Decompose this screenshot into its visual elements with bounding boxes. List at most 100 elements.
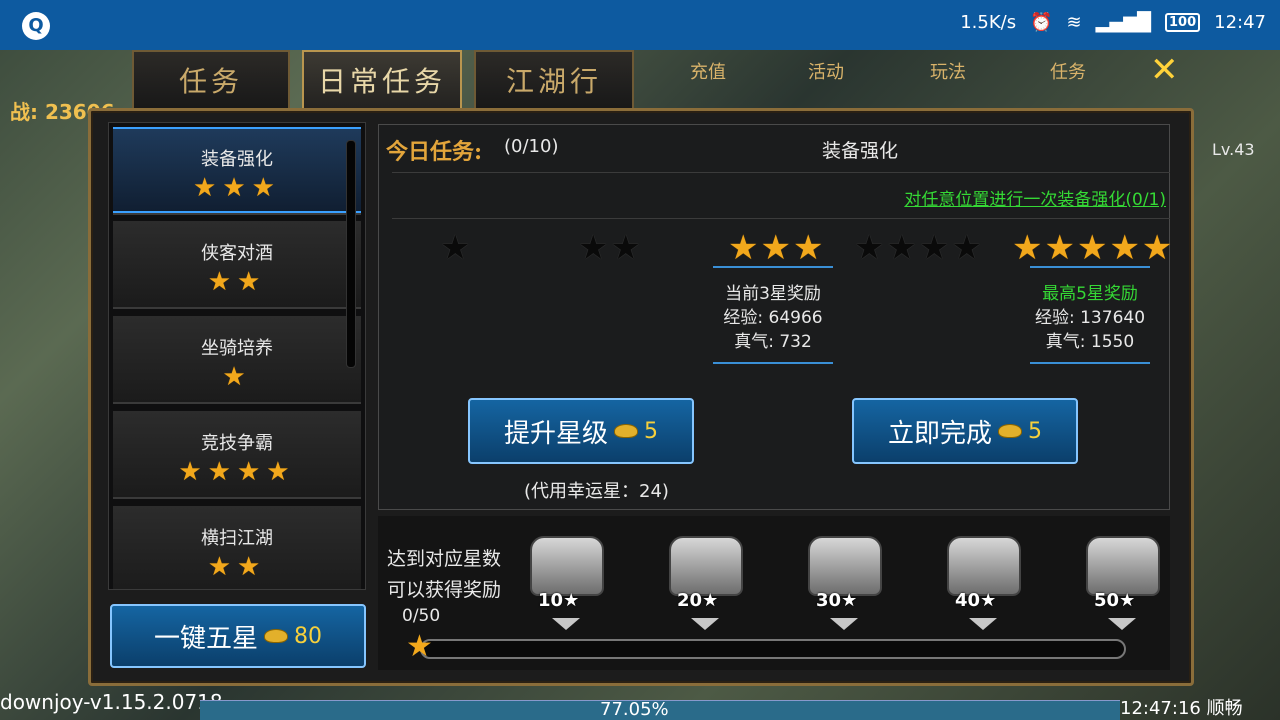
reward-chest-10[interactable]: 10★ [524,530,610,611]
alarm-icon: ⏰ [1030,12,1053,33]
task-title: 装备强化 [822,140,899,162]
android-status-bar: Q 1.5K/s ⏰ ≋ ▂▄▆█ 100 12:47 [0,0,1280,50]
today-task-count: (0/10) [504,136,559,157]
chest-icon [1086,536,1160,596]
task-item-sweep[interactable]: 横扫江湖 ★★ [113,506,361,589]
task-item-stars: ★★★★ [178,457,296,487]
chest-icon [808,536,882,596]
gold-ingot-icon [998,424,1022,438]
wifi-icon: ≋ [1066,12,1082,33]
gold-ingot-icon [614,424,638,438]
upgrade-star-button[interactable]: 提升星级 5 [468,398,694,464]
max-reward-exp: 经验: 137640 [1034,308,1146,328]
task-item-name: 侠客对酒 [201,243,273,264]
divider [392,172,1170,173]
tab-jianghu[interactable]: 江湖行 [474,50,634,108]
task-item-stars: ★ [222,362,252,392]
network-status: 顺畅 [1206,698,1243,719]
chest-star-count: 30★ [816,590,858,611]
star-progress-text: 0/50 [402,606,441,626]
chest-star-count: 40★ [955,590,997,611]
star-level-2: ★★ [578,228,643,268]
divider [392,218,1170,219]
task-item-name: 装备强化 [201,149,273,170]
chest-icon [669,536,743,596]
today-task-label: 今日任务: [386,139,483,165]
game-clock: 12:47:16 顺畅 [1120,698,1243,719]
bg-menu-recharge: 充值 [690,62,726,83]
chest-star-count: 10★ [538,590,580,611]
gold-ingot-icon [264,629,288,643]
task-item-stars: ★★ [207,267,267,297]
bg-menu-activity: 活动 [808,62,844,83]
exp-bar: 77.05% [200,699,1120,720]
chest-marker-icon [1108,618,1136,630]
clock: 12:47 [1214,12,1266,33]
task-item-mount[interactable]: 坐骑培养 ★ [113,316,361,404]
task-item-stars: ★★★ [193,173,281,203]
task-item-name: 横扫江湖 [201,528,273,549]
exp-percent: 77.05% [600,699,669,720]
chest-marker-icon [552,618,580,630]
chest-marker-icon [969,618,997,630]
ornament [713,266,833,282]
current-reward-qi: 真气: 732 [734,332,812,352]
bg-menu-gameplay: 玩法 [930,62,966,83]
max-reward-qi: 真气: 1550 [1045,332,1135,352]
lucky-star-note: (代用幸运星：24) [524,481,669,502]
task-list-scrollbar[interactable] [346,140,356,368]
chest-star-count: 50★ [1094,590,1136,611]
close-button[interactable]: ✕ [1150,50,1179,90]
ornament [1030,266,1150,282]
complete-cost: 5 [1028,418,1042,444]
chest-marker-icon [691,618,719,630]
chest-star-count: 20★ [677,590,719,611]
current-reward-exp: 经验: 64966 [723,308,823,328]
upgrade-label: 提升星级 [503,418,608,449]
star-level-5: ★★★★★ [1012,228,1175,268]
task-item-arena[interactable]: 竞技争霸 ★★★★ [113,411,361,499]
task-goal-link[interactable]: 对任意位置进行一次装备强化(0/1) [904,185,1166,210]
task-list: 装备强化 ★★★ 侠客对酒 ★★ 坐骑培养 ★ 竞技争霸 ★★★★ 横扫江湖 ★… [108,122,366,590]
one-click-label: 一键五星 [153,623,258,654]
tab-bar: 任务 日常任务 江湖行 [132,50,646,108]
reward-chest-20[interactable]: 20★ [663,530,749,611]
signal-icon: ▂▄▆█ [1095,12,1151,33]
star-progress-bar [420,639,1126,659]
star-reward-label: 达到对应星数可以获得奖励 [386,548,501,601]
max-reward-title: 最高5星奖励 [1042,284,1138,304]
qq-icon: Q [22,12,50,40]
task-item-name: 竞技争霸 [201,433,273,454]
chest-marker-icon [830,618,858,630]
max-reward: 最高5星奖励 经验: 137640 真气: 1550 [1020,266,1160,376]
reward-chest-30[interactable]: 30★ [802,530,888,611]
current-reward: 当前3星奖励 经验: 64966 真气: 732 [703,266,843,376]
reward-chest-50[interactable]: 50★ [1080,530,1166,611]
task-item-drink[interactable]: 侠客对酒 ★★ [113,221,361,309]
upgrade-cost: 5 [644,418,658,444]
ornament [1030,354,1150,364]
one-click-five-star-button[interactable]: 一键五星 80 [110,604,366,668]
one-click-cost: 80 [294,623,322,649]
reward-chest-40[interactable]: 40★ [941,530,1027,611]
complete-label: 立即完成 [887,418,992,449]
ornament [713,354,833,364]
battery-icon: 100 [1164,13,1201,32]
star-level-1: ★ [440,228,473,268]
star-level-3: ★★★ [728,228,826,268]
bg-menu-task: 任务 [1050,62,1086,83]
task-item-equip-enhance[interactable]: 装备强化 ★★★ [113,127,361,215]
complete-now-button[interactable]: 立即完成 5 [852,398,1078,464]
player-level: Lv.43 [1212,140,1255,159]
star-level-4: ★★★★ [854,228,984,268]
current-reward-title: 当前3星奖励 [725,284,821,304]
chest-icon [530,536,604,596]
tab-daily-tasks[interactable]: 日常任务 [302,50,462,108]
star-icon: ★ [406,629,433,664]
version-label: downjoy-v1.15.2.0718 [0,690,223,714]
chest-icon [947,536,1021,596]
task-item-name: 坐骑培养 [201,338,273,359]
network-speed: 1.5K/s [960,12,1017,33]
task-item-stars: ★★ [207,552,267,582]
tab-tasks[interactable]: 任务 [132,50,290,108]
